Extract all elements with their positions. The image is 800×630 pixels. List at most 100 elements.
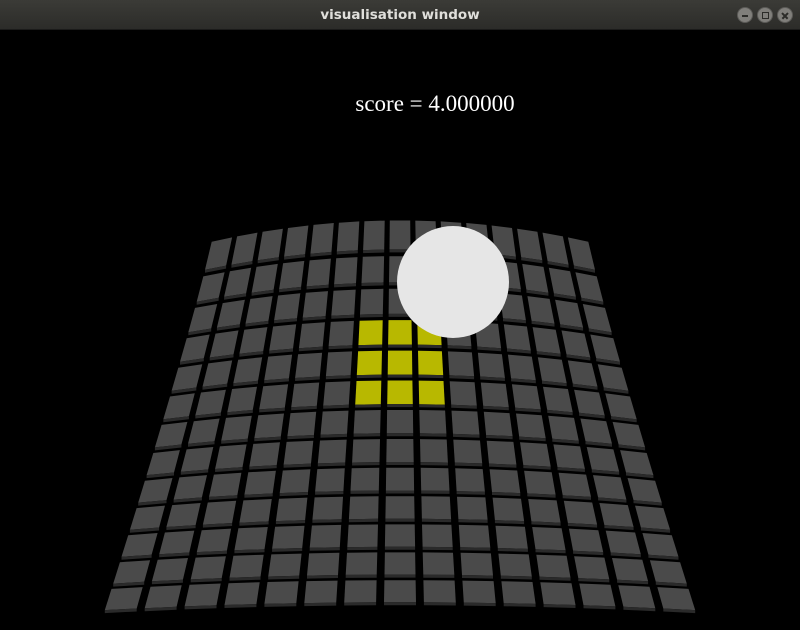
highlighted-tile bbox=[388, 320, 412, 345]
grid-tile bbox=[325, 351, 353, 377]
grid-tile bbox=[224, 267, 252, 297]
grid-tile bbox=[268, 553, 302, 577]
grid-tile bbox=[386, 410, 414, 434]
grid-tile bbox=[517, 228, 543, 261]
tile-edge bbox=[355, 404, 381, 408]
grid-tile bbox=[495, 525, 528, 549]
grid-tile bbox=[458, 524, 491, 548]
grid-tile bbox=[334, 257, 358, 285]
tile-edge bbox=[422, 546, 453, 551]
grid-tile bbox=[196, 528, 232, 553]
grid-tile bbox=[295, 352, 323, 378]
grid-tile bbox=[561, 330, 591, 358]
render-viewport[interactable]: score = 4.000000 bbox=[0, 30, 800, 630]
grid-tile bbox=[489, 469, 521, 494]
grid-tile bbox=[249, 442, 280, 467]
grid-tile bbox=[151, 558, 188, 582]
grid-tile bbox=[345, 552, 378, 575]
close-icon[interactable] bbox=[777, 7, 793, 23]
grid-tile bbox=[389, 220, 411, 250]
grid-tile bbox=[188, 418, 220, 444]
minimize-icon[interactable] bbox=[737, 7, 753, 23]
tile-edge bbox=[460, 547, 491, 551]
grid-tile bbox=[507, 354, 536, 381]
grid-tile bbox=[171, 364, 203, 391]
grid-tile bbox=[553, 444, 585, 469]
grid-tile bbox=[209, 330, 239, 358]
tile-edge bbox=[423, 574, 455, 578]
tile-edge bbox=[344, 602, 377, 606]
tile-edge bbox=[384, 602, 416, 606]
grid-tile bbox=[447, 351, 475, 377]
grid-tile bbox=[483, 411, 513, 437]
grid-tile bbox=[269, 324, 297, 351]
grid-tile bbox=[419, 410, 447, 434]
grid-tile bbox=[348, 496, 379, 520]
game-scene bbox=[104, 220, 696, 614]
grid-tile bbox=[620, 450, 654, 476]
grid-tile bbox=[522, 263, 549, 293]
grid-tile bbox=[180, 334, 210, 362]
grid-tile bbox=[612, 421, 646, 448]
grid-tile bbox=[272, 525, 305, 549]
tile-edge bbox=[420, 462, 448, 466]
grid-tile bbox=[202, 500, 237, 525]
grid-tile bbox=[420, 439, 448, 463]
grid-tile bbox=[532, 327, 561, 354]
tile-edge bbox=[387, 374, 413, 378]
tile-edge bbox=[463, 602, 496, 607]
grid-tile bbox=[284, 225, 309, 257]
highlighted-tile bbox=[355, 380, 382, 405]
grid-tile bbox=[315, 468, 345, 492]
grid-tile bbox=[274, 293, 301, 321]
tile-edge bbox=[345, 574, 377, 578]
title-bar[interactable]: visualisation window bbox=[0, 0, 800, 30]
grid-tile bbox=[154, 421, 188, 448]
grid-tile bbox=[567, 360, 598, 387]
highlighted-tile bbox=[418, 350, 444, 376]
grid-tile bbox=[233, 357, 263, 384]
tile-edge bbox=[361, 282, 384, 286]
tile-edge bbox=[312, 519, 342, 523]
highlighted-tile bbox=[358, 320, 383, 346]
grid-tile bbox=[279, 260, 305, 290]
grid-tile bbox=[599, 503, 634, 527]
grid-tile bbox=[310, 223, 334, 254]
grid-tile bbox=[360, 288, 384, 315]
grid-tile bbox=[555, 299, 584, 328]
tile-edge bbox=[388, 344, 412, 348]
grid-tile bbox=[361, 256, 385, 283]
grid-tile bbox=[307, 552, 340, 576]
grid-tile bbox=[291, 382, 320, 408]
grid-tile bbox=[457, 496, 488, 520]
grid-tile bbox=[298, 322, 325, 349]
tile-edge bbox=[386, 433, 414, 437]
tile-edge bbox=[350, 490, 379, 494]
grid-tile bbox=[173, 475, 207, 500]
grid-tile bbox=[215, 444, 247, 469]
maximize-icon[interactable] bbox=[757, 7, 773, 23]
tile-edge bbox=[419, 433, 447, 437]
grid-tile bbox=[486, 440, 517, 465]
grid-tile bbox=[317, 439, 347, 464]
grid-tile bbox=[257, 228, 283, 261]
grid-tile bbox=[221, 415, 252, 441]
grid-tile bbox=[336, 221, 360, 252]
grid-tile bbox=[353, 410, 381, 434]
grid-tile bbox=[104, 587, 143, 611]
tile-edge bbox=[423, 602, 456, 606]
grid-tile bbox=[421, 496, 452, 520]
visualisation-window: visualisation window score = 4.000000 bbox=[0, 0, 800, 630]
tile-edge bbox=[363, 249, 385, 254]
highlighted-tile bbox=[418, 380, 445, 405]
tile-edge bbox=[356, 374, 382, 379]
grid-tile bbox=[363, 220, 385, 251]
grid-tile bbox=[511, 384, 541, 410]
grid-tile bbox=[568, 528, 604, 553]
tile-edge bbox=[462, 575, 493, 579]
grid-tile bbox=[542, 232, 569, 265]
grid-tile bbox=[312, 496, 343, 520]
grid-tile bbox=[627, 478, 662, 503]
grid-tile bbox=[279, 469, 311, 494]
grid-tile bbox=[209, 472, 242, 497]
